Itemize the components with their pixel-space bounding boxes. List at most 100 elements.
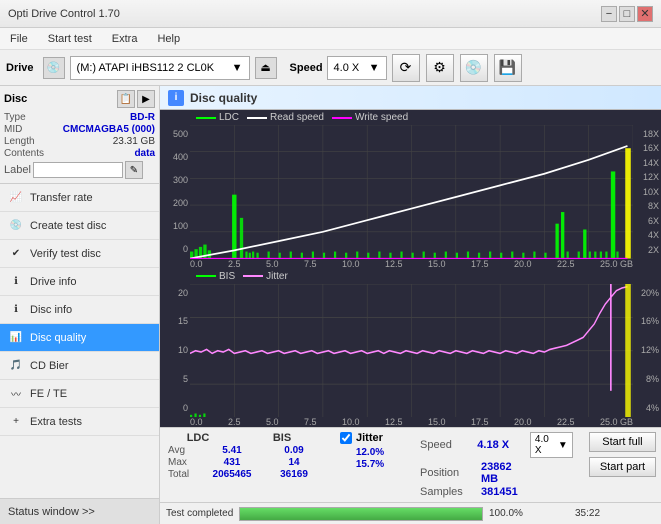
refresh-button[interactable]: ⟳	[392, 54, 420, 82]
drive-toolbar: Drive 💿 (M:) ATAPI iHBS112 2 CL0K ▼ ⏏ Sp…	[0, 50, 661, 86]
transfer-rate-label: Transfer rate	[30, 192, 93, 204]
maximize-button[interactable]: □	[619, 6, 635, 22]
speed-key: Speed	[420, 439, 471, 451]
sidebar-item-fe-te[interactable]: 〰 FE / TE	[0, 380, 159, 408]
nav-items: 📈 Transfer rate 💿 Create test disc ✔ Ver…	[0, 184, 159, 498]
bottom-legend: BIS Jitter	[160, 269, 661, 284]
length-val: 23.31 GB	[113, 136, 155, 147]
disc-button[interactable]: 💿	[460, 54, 488, 82]
jitter-checkbox[interactable]	[340, 432, 352, 444]
jitter-col-label: Jitter	[356, 432, 383, 444]
settings-button[interactable]: ⚙	[426, 54, 454, 82]
top-chart-inner	[190, 125, 633, 259]
total-bis: 36169	[264, 469, 324, 480]
legend-jitter: Jitter	[243, 271, 288, 282]
stats-ldc-bis: LDC BIS Avg 5.41 0.09 Max 431 14 Total 2…	[168, 432, 324, 480]
progress-fill	[240, 508, 482, 520]
type-val: BD-R	[130, 112, 155, 123]
max-bis: 14	[264, 457, 324, 468]
save-button[interactable]: 💾	[494, 54, 522, 82]
transfer-rate-icon: 📈	[8, 190, 24, 206]
write-speed-color	[332, 117, 352, 119]
stats-speed-info: Speed 4.18 X 4.0 X ▼ Position 23862 MB S…	[420, 432, 573, 498]
bis-header: BIS	[252, 432, 312, 444]
max-label: Max	[168, 457, 200, 468]
sidebar-item-drive-info[interactable]: ℹ Drive info	[0, 268, 159, 296]
cd-bier-icon: 🎵	[8, 358, 24, 374]
main-area: Disc 📋 ▶ Type BD-R MID CMCMAGBA5 (000) L…	[0, 86, 661, 524]
drive-info-icon: ℹ	[8, 274, 24, 290]
ldc-color	[196, 117, 216, 119]
drive-icon-btn[interactable]: 💿	[43, 57, 65, 79]
bottom-chart-svg	[190, 284, 633, 418]
charts-area: LDC Read speed Write speed 500 400 300 2…	[160, 110, 661, 427]
menu-help[interactable]: Help	[151, 31, 186, 47]
sidebar-item-transfer-rate[interactable]: 📈 Transfer rate	[0, 184, 159, 212]
menu-extra[interactable]: Extra	[106, 31, 144, 47]
total-ldc: 2065465	[202, 469, 262, 480]
speed-selector[interactable]: 4.0 X ▼	[327, 56, 387, 80]
sidebar-item-create-test-disc[interactable]: 💿 Create test disc	[0, 212, 159, 240]
create-test-disc-label: Create test disc	[30, 220, 106, 232]
progress-pct: 100.0%	[489, 508, 569, 519]
type-key: Type	[4, 112, 26, 123]
eject-button[interactable]: ⏏	[255, 57, 277, 79]
avg-label: Avg	[168, 445, 200, 456]
menu-start-test[interactable]: Start test	[42, 31, 98, 47]
verify-test-disc-icon: ✔	[8, 246, 24, 262]
stats-jitter: Jitter 12.0% 15.7%	[340, 432, 400, 470]
drive-info-label: Drive info	[30, 276, 76, 288]
bottom-xaxis: 0.0 2.5 5.0 7.5 10.0 12.5 15.0 17.5 20.0…	[160, 417, 661, 427]
disc-info-label: Disc info	[30, 304, 72, 316]
contents-val: data	[134, 148, 155, 159]
fe-te-icon: 〰	[8, 386, 24, 402]
progress-bar-area: Test completed 100.0% 35:22	[160, 502, 661, 524]
start-part-button[interactable]: Start part	[589, 457, 656, 477]
start-full-button[interactable]: Start full	[589, 432, 656, 452]
contents-key: Contents	[4, 148, 44, 159]
status-text: Test completed	[166, 508, 233, 519]
menu-file[interactable]: File	[4, 31, 34, 47]
ldc-header: LDC	[168, 432, 228, 444]
menubar: File Start test Extra Help	[0, 28, 661, 50]
minimize-button[interactable]: −	[601, 6, 617, 22]
extra-tests-label: Extra tests	[30, 416, 82, 428]
mid-key: MID	[4, 124, 22, 135]
quality-title: Disc quality	[190, 91, 257, 105]
label-apply-btn[interactable]: ✎	[125, 161, 143, 179]
drive-selector[interactable]: (M:) ATAPI iHBS112 2 CL0K ▼	[70, 56, 250, 80]
sidebar-item-verify-test-disc[interactable]: ✔ Verify test disc	[0, 240, 159, 268]
samples-key: Samples	[420, 486, 475, 498]
sidebar-item-disc-info[interactable]: ℹ Disc info	[0, 296, 159, 324]
total-label: Total	[168, 469, 200, 480]
sidebar-item-cd-bier[interactable]: 🎵 CD Bier	[0, 352, 159, 380]
sidebar-item-extra-tests[interactable]: + Extra tests	[0, 408, 159, 436]
speed-val: 4.18 X	[477, 439, 524, 451]
samples-val: 381451	[481, 486, 531, 498]
disc-panel: Disc 📋 ▶ Type BD-R MID CMCMAGBA5 (000) L…	[0, 86, 159, 184]
label-input[interactable]	[33, 162, 123, 178]
sidebar-item-disc-quality[interactable]: 📊 Disc quality	[0, 324, 159, 352]
legend-write-speed: Write speed	[332, 112, 408, 123]
jitter-color	[243, 275, 263, 277]
top-legend: LDC Read speed Write speed	[160, 110, 661, 125]
disc-info-btn2[interactable]: ▶	[137, 90, 155, 108]
bis-legend-label: BIS	[219, 271, 235, 282]
content-area: i Disc quality LDC Read speed Write spee…	[160, 86, 661, 524]
status-window-label: Status window >>	[8, 506, 95, 518]
progress-time: 35:22	[575, 508, 655, 519]
legend-ldc: LDC	[196, 112, 239, 123]
bottom-yaxis-left: 20 15 10 5 0	[160, 284, 190, 418]
bottom-chart-inner	[190, 284, 633, 418]
close-button[interactable]: ✕	[637, 6, 653, 22]
disc-quality-label: Disc quality	[30, 332, 86, 344]
disc-info-btn1[interactable]: 📋	[117, 90, 135, 108]
position-val: 23862 MB	[481, 461, 531, 485]
disc-info-icon: ℹ	[8, 302, 24, 318]
speed-combo[interactable]: 4.0 X ▼	[530, 432, 573, 458]
avg-ldc: 5.41	[202, 445, 262, 456]
disc-quality-icon: 📊	[8, 330, 24, 346]
legend-read-speed: Read speed	[247, 112, 324, 123]
status-window-button[interactable]: Status window >>	[0, 498, 159, 524]
create-test-disc-icon: 💿	[8, 218, 24, 234]
